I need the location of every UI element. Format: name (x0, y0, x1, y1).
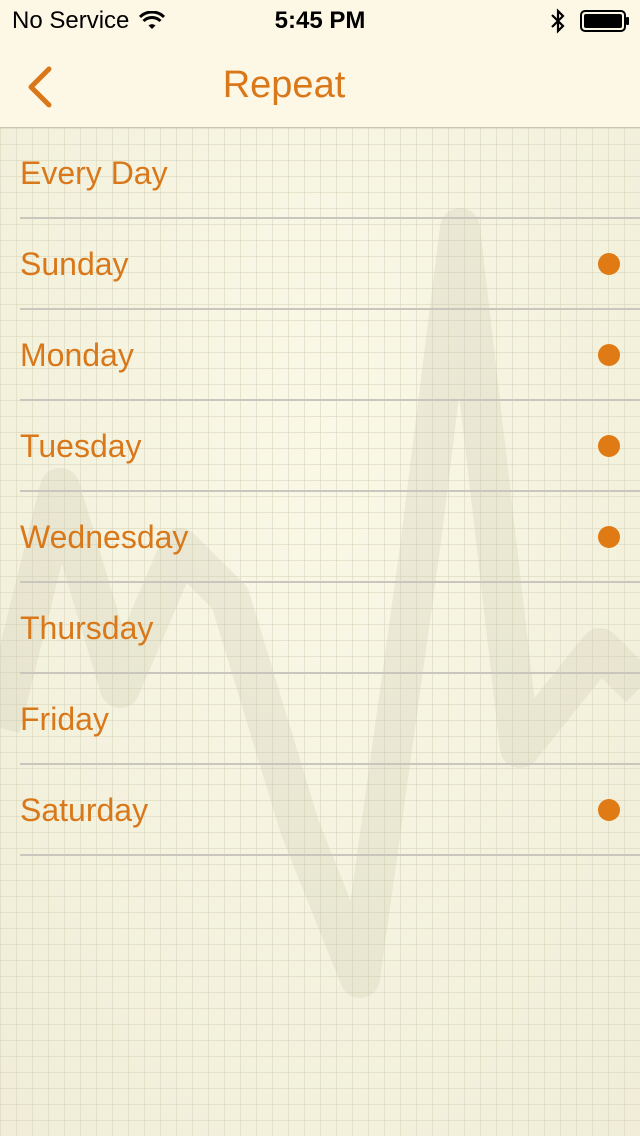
option-label: Wednesday (20, 519, 189, 555)
repeat-option-tuesday[interactable]: Tuesday (20, 401, 640, 492)
battery-icon (580, 10, 629, 32)
selected-indicator-icon (598, 526, 620, 548)
repeat-option-thursday[interactable]: Thursday (20, 583, 640, 674)
bluetooth-icon (551, 8, 565, 34)
option-label: Monday (20, 337, 134, 373)
selected-indicator-icon (598, 435, 620, 457)
repeat-options-list: Every Day Sunday Monday Tuesday Wednesda… (0, 128, 640, 856)
option-label: Friday (20, 701, 109, 737)
selected-indicator-icon (598, 799, 620, 821)
selected-indicator-icon (598, 344, 620, 366)
repeat-option-friday[interactable]: Friday (20, 674, 640, 765)
repeat-option-sunday[interactable]: Sunday (20, 219, 640, 310)
option-label: Every Day (20, 155, 168, 191)
option-label: Tuesday (20, 428, 142, 464)
repeat-option-saturday[interactable]: Saturday (20, 765, 640, 856)
option-label: Saturday (20, 792, 149, 828)
repeat-option-every-day[interactable]: Every Day (20, 128, 640, 219)
navigation-bar: Repeat (0, 40, 640, 128)
status-bar: No Service 5:45 PM (0, 0, 640, 40)
status-time: 5:45 PM (274, 7, 366, 34)
option-label: Thursday (20, 610, 154, 646)
repeat-option-monday[interactable]: Monday (20, 310, 640, 401)
page-title: Repeat (222, 64, 346, 106)
repeat-option-wednesday[interactable]: Wednesday (20, 492, 640, 583)
selected-indicator-icon (598, 253, 620, 275)
option-label: Sunday (20, 246, 129, 282)
